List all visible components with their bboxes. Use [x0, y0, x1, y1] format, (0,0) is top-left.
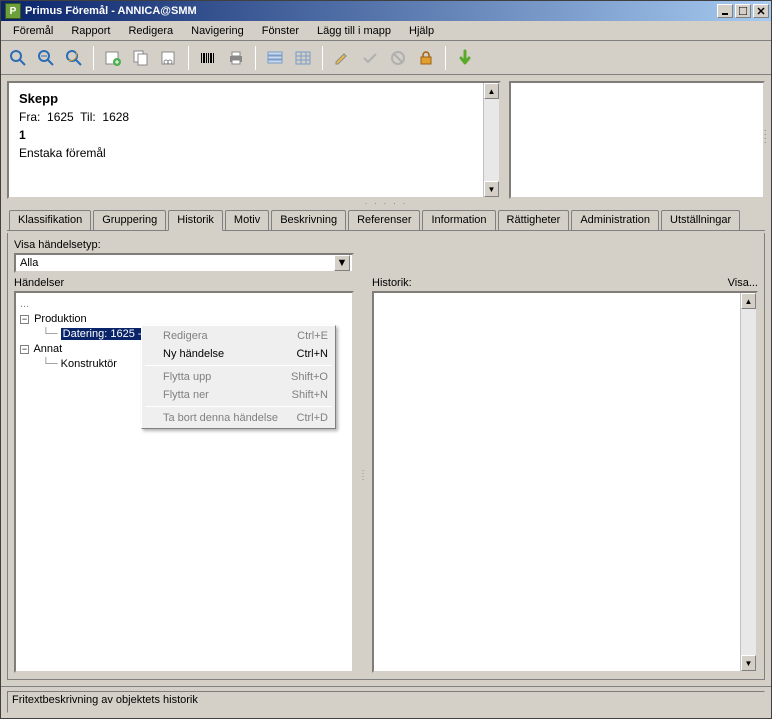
menu-lagg-till[interactable]: Lägg till i mapp — [309, 23, 399, 39]
horizontal-splitter[interactable]: · · · · · — [7, 201, 765, 208]
copy-icon[interactable] — [128, 45, 154, 71]
menu-redigera[interactable]: Redigera — [120, 23, 181, 39]
object-type-label: Skepp — [19, 91, 489, 106]
cm-label: Ta bort denna händelse — [163, 412, 278, 424]
cm-shortcut: Shift+N — [292, 389, 328, 401]
status-bar: Fritextbeskrivning av objektets historik — [1, 686, 771, 718]
context-menu: Redigera Ctrl+E Ny händelse Ctrl+N Flytt… — [141, 325, 336, 429]
scroll-down-icon[interactable]: ▼ — [741, 655, 756, 671]
menu-fonster[interactable]: Fönster — [254, 23, 307, 39]
chevron-down-icon[interactable]: ▼ — [334, 255, 350, 271]
menu-navigering[interactable]: Navigering — [183, 23, 252, 39]
historik-text-area[interactable]: ▲ ▼ — [372, 291, 758, 673]
textarea-scrollbar[interactable]: ▲ ▼ — [740, 293, 756, 671]
cm-shortcut: Ctrl+N — [297, 348, 328, 360]
historik-header: Historik: — [372, 277, 412, 289]
grid-view-icon[interactable] — [290, 45, 316, 71]
tree-root-dots: ... — [20, 297, 348, 312]
cm-separator — [145, 365, 332, 366]
events-tree[interactable]: ... − Produktion └─ Datering: 1625 - 162… — [14, 291, 354, 673]
tab-beskrivning[interactable]: Beskrivning — [271, 210, 346, 230]
form-view-icon[interactable] — [262, 45, 288, 71]
tree-label: Annat — [33, 343, 62, 355]
cm-label: Flytta upp — [163, 371, 211, 383]
tab-information[interactable]: Information — [422, 210, 495, 230]
fra-label: Fra: — [19, 110, 40, 124]
menu-foremal[interactable]: Föremål — [5, 23, 61, 39]
collapse-icon[interactable]: − — [20, 315, 29, 324]
new-record-icon[interactable] — [100, 45, 126, 71]
app-icon: P — [5, 3, 21, 19]
info-scrollbar[interactable]: ▲ ▼ — [483, 83, 499, 197]
fra-value: 1625 — [47, 110, 74, 124]
minimize-button[interactable] — [717, 4, 733, 18]
tab-rattigheter[interactable]: Rättigheter — [498, 210, 570, 230]
tab-administration[interactable]: Administration — [571, 210, 659, 230]
tab-referenser[interactable]: Referenser — [348, 210, 420, 230]
cm-ny-handelse[interactable]: Ny händelse Ctrl+N — [143, 345, 334, 363]
cm-flytta-ner: Flytta ner Shift+N — [143, 386, 334, 404]
tree-branch-icon: └─ — [42, 358, 58, 370]
menu-bar: Föremål Rapport Redigera Navigering Föns… — [1, 21, 771, 41]
tab-motiv[interactable]: Motiv — [225, 210, 269, 230]
cm-flytta-upp: Flytta upp Shift+O — [143, 368, 334, 386]
cm-redigera: Redigera Ctrl+E — [143, 327, 334, 345]
status-text: Fritextbeskrivning av objektets historik — [7, 691, 765, 713]
title-bar: P Primus Föremål - ANNICA@SMM — [1, 1, 771, 21]
cm-shortcut: Ctrl+D — [297, 412, 328, 424]
dropdown-value: Alla — [20, 257, 38, 269]
maximize-button[interactable] — [735, 4, 751, 18]
cm-separator — [145, 406, 332, 407]
zoom-reset-icon[interactable] — [61, 45, 87, 71]
zoom-out-icon[interactable] — [33, 45, 59, 71]
collapse-icon[interactable]: − — [20, 345, 29, 354]
object-info-panel: Skepp Fra: 1625 Til: 1628 1 Enstaka före… — [7, 81, 501, 199]
cancel-icon[interactable] — [385, 45, 411, 71]
cm-label: Ny händelse — [163, 348, 224, 360]
object-desc: Enstaka föremål — [19, 146, 489, 160]
scroll-up-icon[interactable]: ▲ — [484, 83, 499, 99]
image-panel: ···· — [509, 81, 765, 199]
edit-icon[interactable] — [329, 45, 355, 71]
cm-label: Flytta ner — [163, 389, 209, 401]
tree-branch-icon: └─ — [42, 328, 58, 340]
object-number: 1 — [19, 128, 489, 142]
scroll-up-icon[interactable]: ▲ — [741, 293, 756, 309]
zoom-in-icon[interactable] — [5, 45, 31, 71]
close-button[interactable] — [753, 4, 769, 18]
date-range: Fra: 1625 Til: 1628 — [19, 110, 489, 124]
menu-hjalp[interactable]: Hjälp — [401, 23, 442, 39]
link-icon[interactable] — [156, 45, 182, 71]
lock-icon[interactable] — [413, 45, 439, 71]
events-header: Händelser — [14, 277, 64, 289]
scroll-down-icon[interactable]: ▼ — [484, 181, 499, 197]
tab-klassifikation[interactable]: Klassifikation — [9, 210, 91, 230]
til-value: 1628 — [102, 110, 129, 124]
barcode-icon[interactable] — [195, 45, 221, 71]
cm-shortcut: Ctrl+E — [297, 330, 328, 342]
cm-shortcut: Shift+O — [291, 371, 328, 383]
tab-strip: Klassifikation Gruppering Historik Motiv… — [7, 210, 765, 231]
accept-icon[interactable] — [357, 45, 383, 71]
visa-link[interactable]: Visa... — [728, 277, 758, 289]
event-type-dropdown[interactable]: Alla ▼ — [14, 253, 354, 273]
vertical-splitter[interactable]: ···· — [360, 277, 366, 673]
tab-utstallningar[interactable]: Utställningar — [661, 210, 740, 230]
til-label: Til: — [80, 110, 96, 124]
print-icon[interactable] — [223, 45, 249, 71]
cm-label: Redigera — [163, 330, 208, 342]
tab-historik[interactable]: Historik — [168, 210, 223, 231]
toolbar — [1, 41, 771, 75]
menu-rapport[interactable]: Rapport — [63, 23, 118, 39]
tab-gruppering[interactable]: Gruppering — [93, 210, 166, 230]
filter-label: Visa händelsetyp: — [14, 239, 758, 251]
window-title: Primus Föremål - ANNICA@SMM — [25, 5, 717, 17]
tree-label: Produktion — [34, 313, 87, 325]
panel-resize-handle[interactable]: ···· — [764, 129, 767, 145]
cm-ta-bort: Ta bort denna händelse Ctrl+D — [143, 409, 334, 427]
download-arrow-icon[interactable] — [452, 45, 478, 71]
tree-label: Konstruktör — [61, 358, 117, 370]
